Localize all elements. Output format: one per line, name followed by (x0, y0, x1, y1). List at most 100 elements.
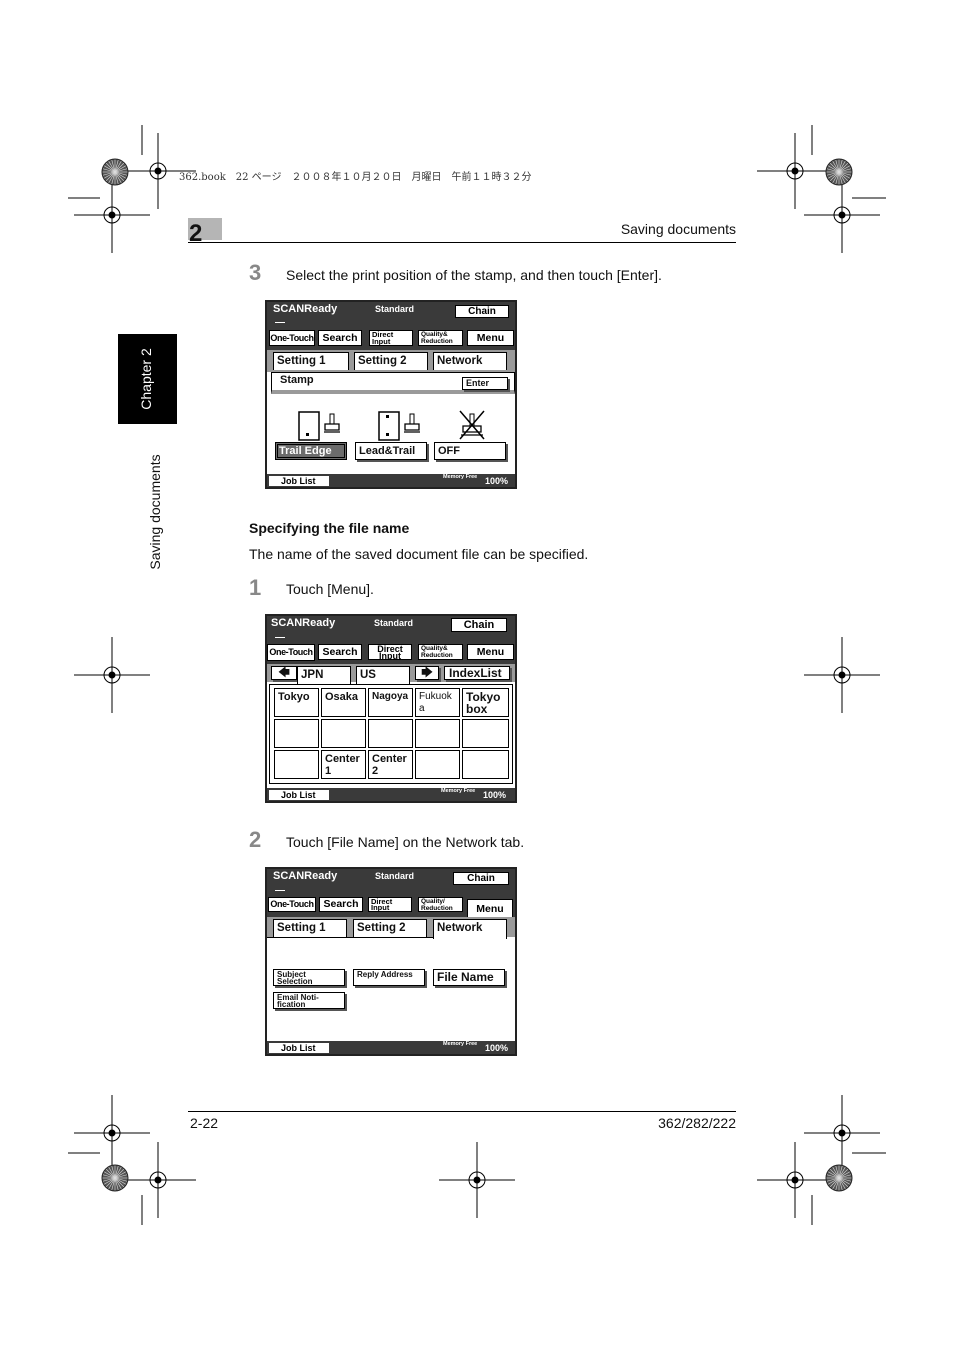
step-number: 1 (249, 575, 262, 600)
step-text: Touch [Menu]. (286, 581, 374, 597)
mode-text: Standard (374, 618, 414, 628)
one-touch-tab[interactable]: One-Touch (268, 897, 316, 912)
screen-bottom-bar: Job List Memory Free 100% (267, 788, 515, 801)
tab-network[interactable]: Network (433, 352, 507, 370)
chapter-number: 2 (189, 220, 203, 247)
address-cell-osaka[interactable]: Osaka (321, 688, 366, 717)
memory-percent: 100% (483, 790, 507, 800)
stamp-header-row: Stamp Enter (271, 372, 515, 394)
direct-input-tab[interactable]: Direct Input (368, 897, 412, 912)
status-text: SCANReady (273, 303, 338, 315)
one-touch-tab[interactable]: One-Touch (267, 644, 315, 661)
stamp-off-icon (459, 410, 485, 440)
page-number: 2-22 (190, 1115, 219, 1131)
address-cell-empty[interactable] (274, 750, 319, 779)
footer-rule (188, 1111, 736, 1112)
menu-tab[interactable]: Menu (467, 644, 514, 660)
chain-button[interactable]: Chain (455, 305, 509, 318)
next-arrow-icon[interactable]: 🡆 (415, 666, 439, 680)
address-cell-center-2[interactable]: Center 2 (368, 750, 413, 779)
enter-button[interactable]: Enter (462, 377, 508, 390)
chain-button[interactable]: Chain (453, 872, 509, 885)
memory-free-label: Memory Free (443, 1041, 478, 1047)
search-tab[interactable]: Search (318, 330, 362, 346)
address-cell-center-1[interactable]: Center 1 (321, 750, 366, 779)
one-touch-tab[interactable]: One-Touch (269, 330, 315, 346)
status-text: SCANReady (271, 617, 336, 629)
tab-setting-1[interactable]: Setting 1 (273, 919, 347, 937)
screen-top-bar: SCANReady Standard Chain One-Touch Searc… (267, 869, 515, 917)
header-rule (188, 242, 736, 243)
quality-reduction-tab[interactable]: Quality& Reduction (418, 644, 463, 660)
step-number: 2 (249, 827, 262, 852)
previous-arrow-icon[interactable]: 🡄 (271, 666, 297, 680)
screen-bottom-bar: Job List Memory Free 100% (267, 1041, 515, 1054)
tab-network[interactable]: Network (433, 919, 507, 939)
quality-reduction-tab[interactable]: Quality& Reduction (418, 330, 463, 346)
chain-button[interactable]: Chain (451, 618, 507, 632)
step-number: 3 (249, 260, 262, 285)
menu-tab[interactable]: Menu (467, 330, 514, 346)
address-cell-empty[interactable] (368, 719, 413, 748)
address-cell-nagoya[interactable]: Nagoya (368, 688, 413, 717)
trail-edge-stamp-icon (298, 411, 340, 441)
job-list-button[interactable]: Job List (269, 476, 329, 486)
stamp-heading: Stamp (280, 374, 314, 386)
chapter-side-label: Chapter 2 (138, 348, 154, 410)
stamp-off-option[interactable]: OFF (434, 442, 506, 460)
status-underline (275, 322, 285, 323)
mode-text: Standard (375, 304, 415, 314)
model-numbers: 362/282/222 (658, 1115, 736, 1131)
address-cell-tokyo[interactable]: Tokyo (274, 688, 319, 717)
section-side-label: Saving documents (147, 454, 163, 570)
subject-selection-button[interactable]: Subject Selection (273, 969, 345, 986)
status-underline (275, 637, 285, 638)
step-text: Select the print position of the stamp, … (286, 267, 662, 283)
search-tab[interactable]: Search (319, 897, 363, 912)
direct-input-tab[interactable]: Direct Input (368, 644, 412, 660)
address-cell-empty[interactable] (462, 750, 509, 779)
mode-text: Standard (375, 871, 415, 881)
tab-rule (267, 937, 433, 938)
trail-edge-option[interactable]: Trail Edge (275, 442, 347, 460)
email-notification-button[interactable]: Email Noti- fication (273, 992, 345, 1009)
status-text: SCANReady (273, 870, 338, 882)
job-list-button[interactable]: Job List (269, 1043, 329, 1053)
screen-top-bar: SCANReady Standard Chain One-Touch Searc… (267, 616, 515, 664)
memory-percent: 100% (485, 1043, 509, 1053)
tab-us[interactable]: US (356, 666, 410, 685)
job-list-button[interactable]: Job List (269, 790, 329, 800)
address-cell-empty[interactable] (274, 719, 319, 748)
tab-jpn[interactable]: JPN (297, 666, 351, 685)
file-name-button[interactable]: File Name (433, 969, 505, 986)
reply-address-button[interactable]: Reply Address (353, 969, 425, 986)
tab-setting-2[interactable]: Setting 2 (353, 919, 427, 937)
memory-percent: 100% (485, 476, 509, 486)
address-cell-empty[interactable] (321, 719, 366, 748)
address-grid: Tokyo Osaka Nagoya Fukuok a Tokyo box Ce… (269, 684, 513, 784)
status-underline (275, 890, 285, 891)
tab-setting-1[interactable]: Setting 1 (273, 352, 349, 370)
address-cell-tokyo-box[interactable]: Tokyo box (462, 688, 509, 717)
memory-free-label: Memory Free (441, 788, 476, 794)
direct-input-tab[interactable]: Direct Input (369, 330, 413, 346)
address-cell-empty[interactable] (415, 719, 460, 748)
index-list-button[interactable]: IndexList (444, 666, 510, 680)
control-panel-screen-stamp: SCANReady Standard Chain One-Touch Searc… (265, 300, 517, 489)
lead-trail-stamp-icon (378, 411, 420, 441)
address-cell-empty[interactable] (462, 719, 509, 748)
body-text: The name of the saved document file can … (249, 546, 589, 562)
menu-tab[interactable]: Menu (467, 899, 513, 917)
lead-trail-option[interactable]: Lead&Trail (355, 442, 427, 460)
print-header: 362.book 22 ページ ２００８年１０月２０日 月曜日 午前１１時３２分 (179, 172, 532, 183)
address-cell-fukuoka[interactable]: Fukuok a (415, 688, 460, 717)
tab-setting-2[interactable]: Setting 2 (354, 352, 428, 370)
address-cell-empty[interactable] (415, 750, 460, 779)
quality-reduction-tab[interactable]: Quality/ Reduction (418, 897, 463, 912)
subheading: Specifying the file name (249, 520, 410, 536)
screen-bottom-bar: Job List Memory Free 100% (267, 474, 515, 487)
search-tab[interactable]: Search (318, 644, 362, 660)
step-text: Touch [File Name] on the Network tab. (286, 834, 525, 850)
control-panel-screen-network: SCANReady Standard Chain One-Touch Searc… (265, 867, 517, 1056)
control-panel-screen-one-touch: SCANReady Standard Chain One-Touch Searc… (265, 614, 517, 803)
